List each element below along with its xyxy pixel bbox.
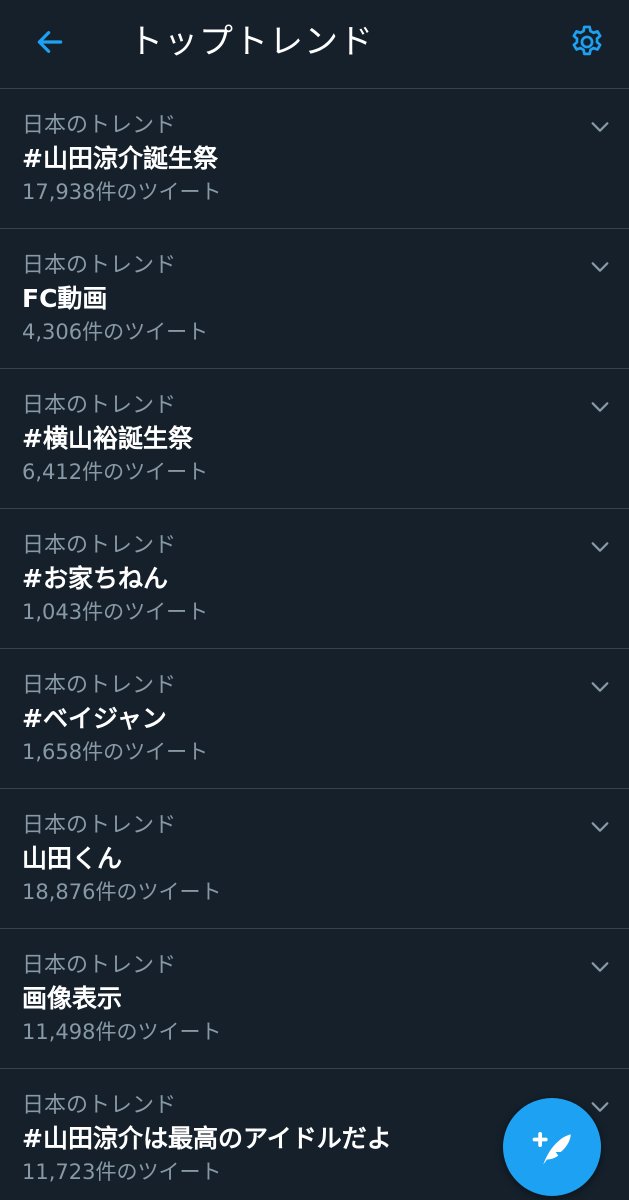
trend-menu-button[interactable] — [584, 251, 616, 283]
chevron-down-icon — [591, 682, 609, 692]
trend-name: 画像表示 — [22, 984, 123, 1013]
trend-name: FC動画 — [22, 284, 108, 313]
settings-button[interactable] — [565, 20, 609, 64]
chevron-down-icon — [591, 962, 609, 972]
top-bar: トップトレンド — [0, 0, 629, 89]
trend-item[interactable]: 日本のトレンド 山田くん 18,876件のツイート — [0, 789, 629, 929]
trend-name: #お家ちねん — [22, 564, 168, 593]
gear-icon — [572, 25, 602, 56]
trend-item[interactable]: 日本のトレンド FC動画 4,306件のツイート — [0, 229, 629, 369]
trend-menu-button[interactable] — [584, 671, 616, 703]
chevron-down-icon — [591, 542, 609, 552]
trend-menu-button[interactable] — [584, 951, 616, 983]
trend-item[interactable]: 日本のトレンド #お家ちねん 1,043件のツイート — [0, 509, 629, 649]
trend-menu-button[interactable] — [584, 811, 616, 843]
trend-name: #ベイジャン — [22, 704, 167, 733]
trend-item[interactable]: 日本のトレンド #ベイジャン 1,658件のツイート — [0, 649, 629, 789]
trend-name: #山田涼介は最高のアイドルだよ — [22, 1124, 392, 1153]
trend-tweet-count: 6,412件のツイート — [22, 460, 209, 484]
trend-context: 日本のトレンド — [22, 533, 177, 558]
trend-tweet-count: 1,658件のツイート — [22, 740, 209, 764]
trend-name: 山田くん — [22, 844, 123, 873]
trend-menu-button[interactable] — [584, 531, 616, 563]
arrow-left-icon — [37, 31, 63, 53]
trend-tweet-count: 18,876件のツイート — [22, 880, 222, 904]
trend-item[interactable]: 日本のトレンド 画像表示 11,498件のツイート — [0, 929, 629, 1069]
trend-context: 日本のトレンド — [22, 113, 177, 138]
trend-context: 日本のトレンド — [22, 813, 177, 838]
chevron-down-icon — [591, 1102, 609, 1112]
trend-tweet-count: 4,306件のツイート — [22, 320, 209, 344]
trend-context: 日本のトレンド — [22, 393, 177, 418]
chevron-down-icon — [591, 402, 609, 412]
trend-item[interactable]: 日本のトレンド #山田涼介誕生祭 17,938件のツイート — [0, 89, 629, 229]
trend-tweet-count: 1,043件のツイート — [22, 600, 209, 624]
trend-tweet-count: 17,938件のツイート — [22, 180, 222, 204]
trend-menu-button[interactable] — [584, 391, 616, 423]
trend-context: 日本のトレンド — [22, 953, 177, 978]
trend-context: 日本のトレンド — [22, 1093, 177, 1118]
trend-tweet-count: 11,723件のツイート — [22, 1160, 222, 1184]
chevron-down-icon — [591, 122, 609, 132]
page-title: トップトレンド — [129, 22, 374, 62]
back-button[interactable] — [28, 20, 72, 64]
trend-item[interactable]: 日本のトレンド #横山裕誕生祭 6,412件のツイート — [0, 369, 629, 509]
trend-list: 日本のトレンド #山田涼介誕生祭 17,938件のツイート 日本のトレンド FC… — [0, 89, 629, 1200]
trend-name: #山田涼介誕生祭 — [22, 144, 218, 173]
trend-menu-button[interactable] — [584, 111, 616, 143]
trend-tweet-count: 11,498件のツイート — [22, 1020, 222, 1044]
chevron-down-icon — [591, 262, 609, 272]
trend-context: 日本のトレンド — [22, 673, 177, 698]
app-screen: トップトレンド 日本のトレンド #山田涼介誕生祭 17,938件のツイート 日本… — [0, 0, 629, 1200]
compose-tweet-button[interactable] — [503, 1098, 601, 1196]
chevron-down-icon — [591, 822, 609, 832]
trend-context: 日本のトレンド — [22, 253, 177, 278]
trend-name: #横山裕誕生祭 — [22, 424, 193, 453]
compose-tweet-icon — [532, 1132, 571, 1165]
